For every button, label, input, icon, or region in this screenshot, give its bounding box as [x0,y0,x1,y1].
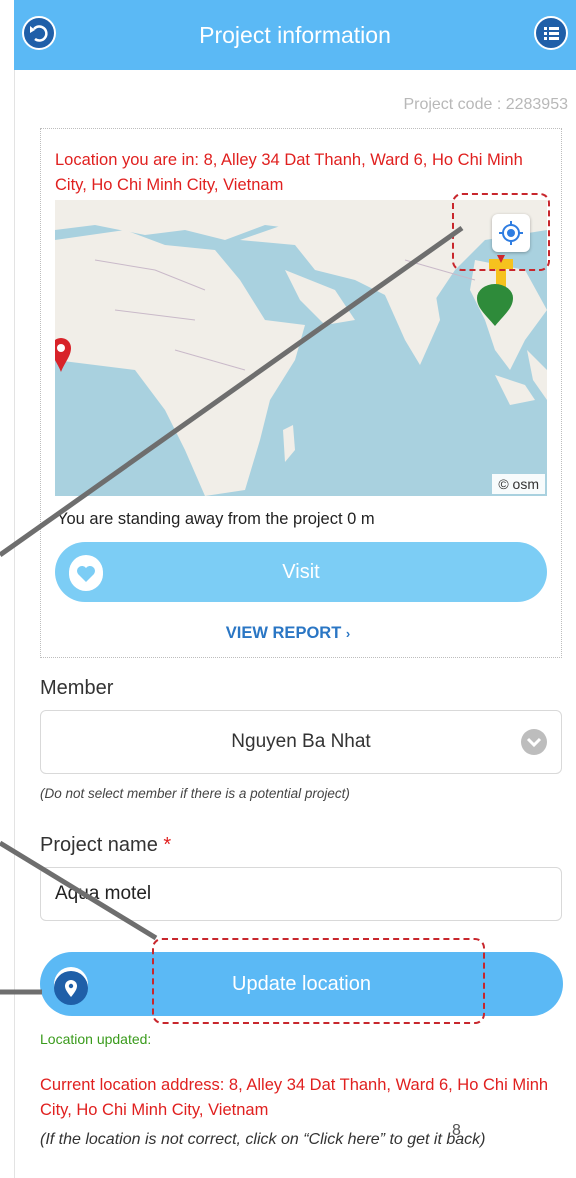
visit-button[interactable]: Visit [55,542,547,602]
location-pin-icon-wrap [54,967,88,1005]
menu-button[interactable] [534,16,568,50]
chevron-down-icon [521,729,547,755]
chevron-right-icon: › [345,626,351,641]
heart-icon [69,557,103,591]
map-attribution[interactable]: © osm [492,474,545,494]
user-location-marker-icon[interactable] [475,280,515,328]
visit-button-label: Visit [282,561,320,583]
highlight-locate-button [452,193,550,271]
step-number: 8 [452,1122,461,1139]
location-note: (If the location is not correct, click o… [40,1131,486,1148]
current-location-address: Current location address: 8, Alley 34 Da… [40,1076,549,1119]
app-header: Project information [14,0,576,70]
member-select[interactable]: Nguyen Ba Nhat [40,710,562,774]
project-name-label: Project name * [40,834,171,857]
required-asterisk: * [163,834,172,856]
location-updated-status: Location updated: [40,1031,152,1047]
member-select-value: Nguyen Ba Nhat [231,731,371,752]
location-pin-icon [54,971,88,1005]
list-icon [544,27,559,40]
project-code: Project code : 2283953 [403,96,568,113]
view-report-link[interactable]: VIEW REPORT › [0,624,576,643]
view-report-label: VIEW REPORT [225,624,342,642]
member-hint: (Do not select member if there is a pote… [40,786,350,801]
member-label: Member [40,677,114,699]
map-pin-icon[interactable] [55,336,77,374]
project-name-label-text: Project name [40,834,158,856]
project-name-input[interactable]: Aqua motel [40,867,562,921]
page-title: Project information [199,22,391,48]
distance-text: You are standing away from the project 0… [57,510,375,528]
highlight-update-location [152,938,485,1024]
current-location-text: Location you are in: 8, Alley 34 Dat Tha… [55,151,523,194]
heart-icon-wrap [69,555,103,591]
